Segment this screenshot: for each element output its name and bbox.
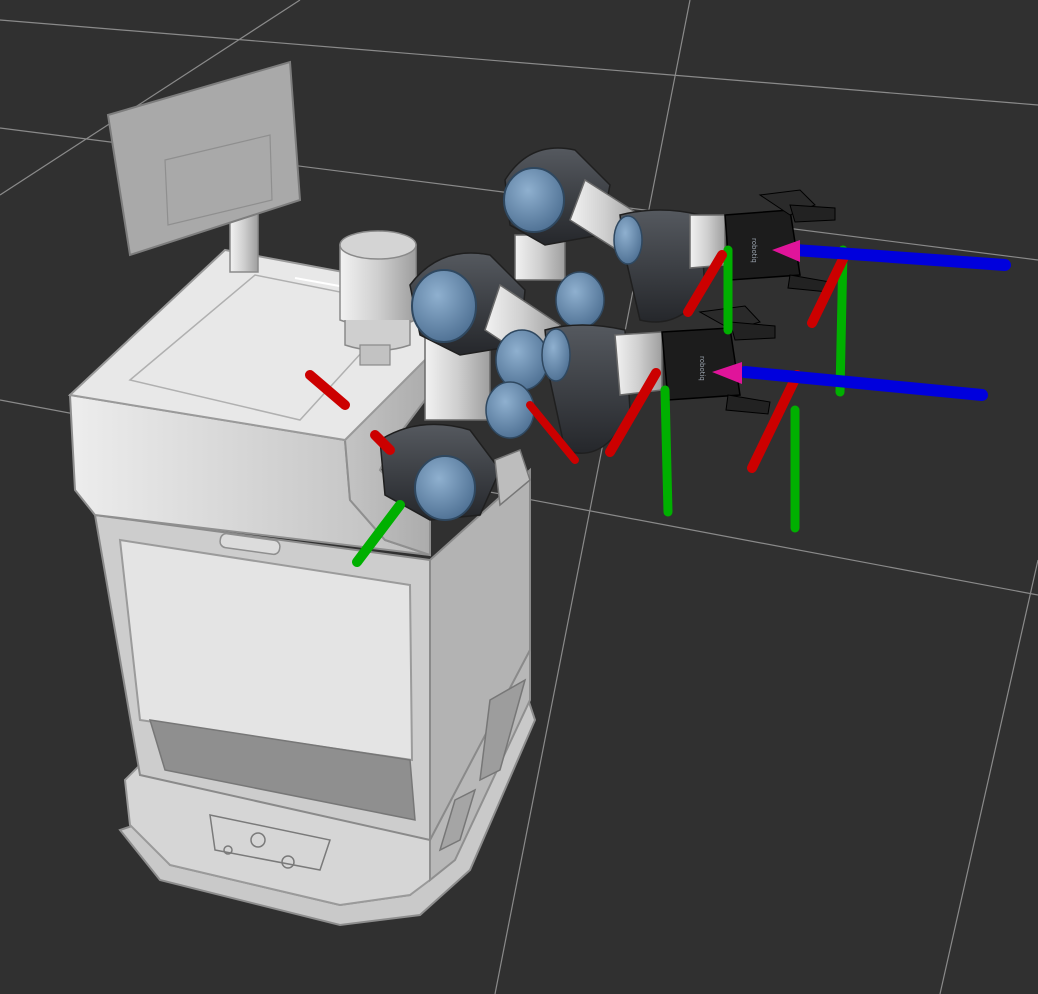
sensor-cylinder — [339, 230, 417, 366]
robotiq-gripper-lower[interactable]: robotiq — [661, 305, 776, 415]
upper-arm-wrist-cap — [613, 215, 643, 265]
lower-tcp-axes — [605, 362, 988, 533]
scene-canvas[interactable]: robotiq robotiq — [0, 0, 1038, 994]
upper-arm-elbow-cap — [555, 271, 605, 329]
lower-arm-shoulder-cap — [411, 269, 477, 343]
lower-arm-elbow-cap — [495, 329, 549, 391]
upper-arm-shoulder-cap — [503, 167, 565, 233]
lower-arm-tool-flange — [614, 331, 663, 396]
3d-viewport[interactable]: robotiq robotiq — [0, 0, 1038, 994]
lower-arm-elbow-cap-2 — [485, 381, 535, 439]
robotiq-gripper-upper[interactable]: robotiq — [724, 189, 836, 293]
gripper-upper-logo: robotiq — [750, 238, 758, 263]
lower-arm-wrist-cap — [541, 328, 571, 382]
lower-arm-base-cap — [414, 455, 476, 521]
gripper-lower-logo: robotiq — [698, 356, 706, 381]
